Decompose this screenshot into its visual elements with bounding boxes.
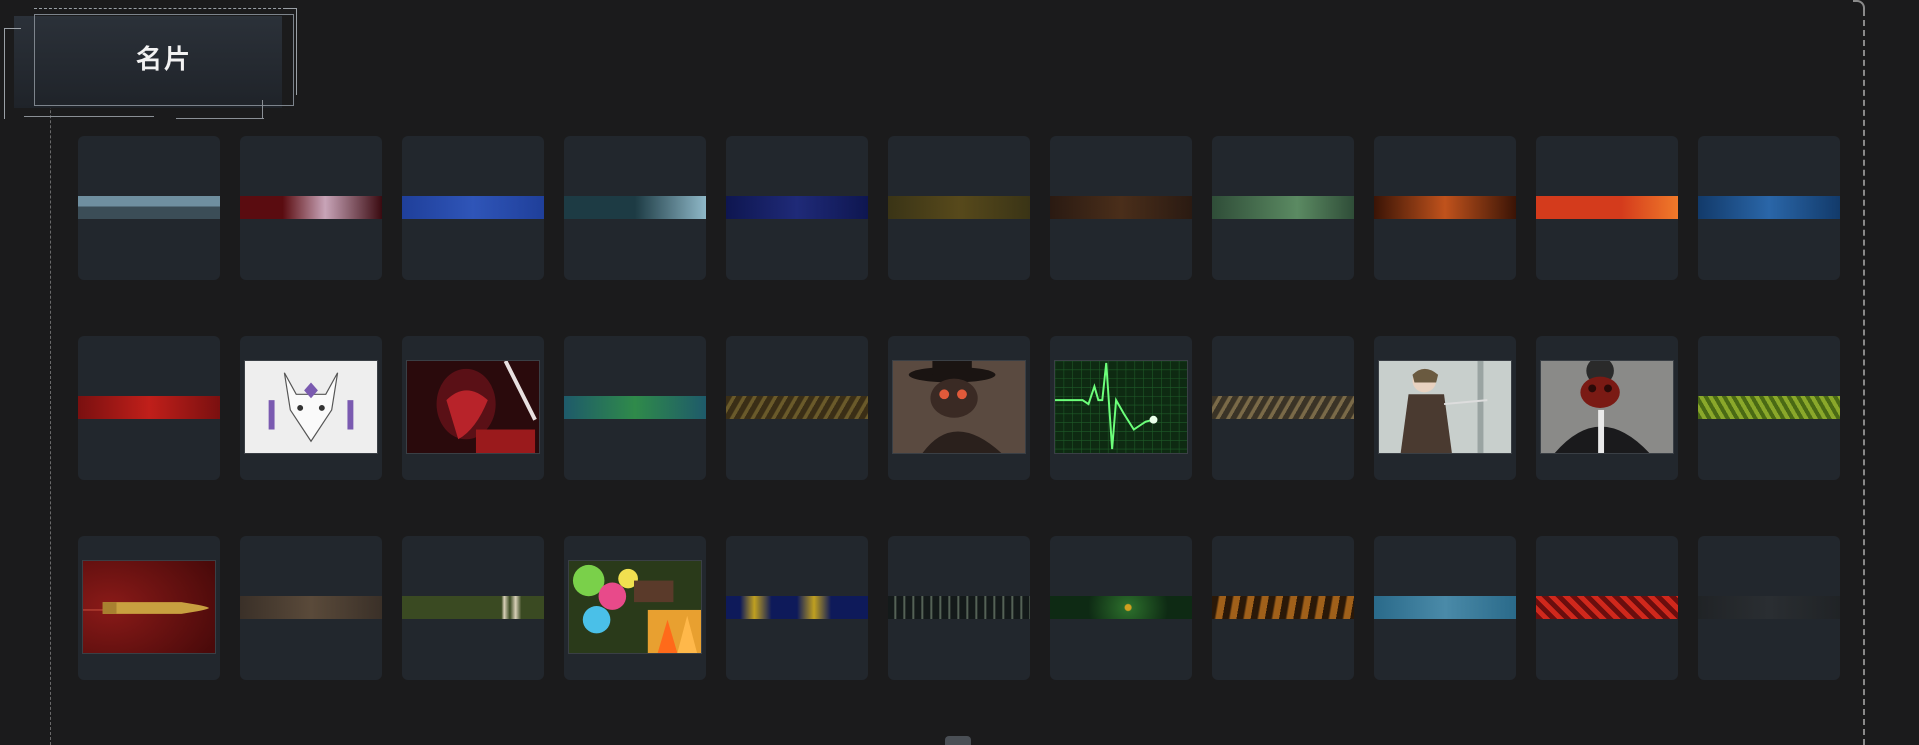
nameplate-card[interactable]: [1212, 336, 1354, 480]
green-eye-banner: [1050, 596, 1192, 619]
gold-filigree-banner: [726, 396, 868, 419]
cyan-blue-banner: [1374, 596, 1516, 619]
nameplate-grid: [78, 136, 1840, 680]
black-teeth-banner: [888, 596, 1030, 619]
nameplate-card[interactable]: [564, 336, 706, 480]
tiger-stripe-banner: [1212, 596, 1354, 619]
colorful-battle-image: [568, 560, 702, 654]
nameplate-card[interactable]: [888, 136, 1030, 280]
nameplate-card[interactable]: [726, 336, 868, 480]
nameplate-card[interactable]: [888, 336, 1030, 480]
shark-teeth-camo-banner: [402, 596, 544, 619]
navy-swirl-banner: [726, 196, 868, 219]
nameplate-card[interactable]: [1698, 336, 1840, 480]
brown-ornament-banner: [1050, 196, 1192, 219]
nameplate-card[interactable]: [1536, 136, 1678, 280]
green-handprint-banner: [1212, 196, 1354, 219]
heartbeat-monitor-image: [1054, 360, 1188, 454]
teal-wolf-banner: [564, 196, 706, 219]
nameplate-card[interactable]: [240, 336, 382, 480]
red-zigzag-banner: [1536, 596, 1678, 619]
nameplate-card[interactable]: [240, 136, 382, 280]
dashed-frame-right: [1863, 10, 1865, 745]
nameplate-card[interactable]: [1698, 136, 1840, 280]
nameplate-card[interactable]: [564, 136, 706, 280]
nameplate-card[interactable]: [402, 336, 544, 480]
white-fox-mask-image: [244, 360, 378, 454]
lime-scale-banner: [1698, 396, 1840, 419]
scroll-handle[interactable]: [945, 736, 971, 745]
mountain-silhouette-banner: [78, 196, 220, 219]
section-title-badge: 名片: [4, 8, 297, 120]
nameplate-card[interactable]: [1374, 336, 1516, 480]
nameplate-card[interactable]: [78, 536, 220, 680]
gas-mask-man-image: [1540, 360, 1674, 454]
title-bracket: [4, 28, 21, 119]
knife-girl-image: [1378, 360, 1512, 454]
nameplate-card[interactable]: [726, 536, 868, 680]
blue-textured-banner: [402, 196, 544, 219]
nameplate-card[interactable]: [402, 536, 544, 680]
plague-doctor-image: [892, 360, 1026, 454]
nameplate-card[interactable]: [1050, 536, 1192, 680]
nameplate-card[interactable]: [1212, 536, 1354, 680]
dashed-frame-left: [50, 20, 51, 745]
olive-pattern-banner: [888, 196, 1030, 219]
orange-red-gradient-banner: [1536, 196, 1678, 219]
red-demon-face-image: [406, 360, 540, 454]
blue-yellow-waves-banner: [726, 596, 868, 619]
nameplate-card[interactable]: [1050, 336, 1192, 480]
nameplate-card[interactable]: [726, 136, 868, 280]
title-underline: [176, 118, 264, 119]
nameplate-card[interactable]: [240, 536, 382, 680]
nameplate-card[interactable]: [78, 336, 220, 480]
nameplate-card[interactable]: [888, 536, 1030, 680]
nameplate-card[interactable]: [402, 136, 544, 280]
nameplate-gallery: 名片: [0, 0, 1919, 745]
red-floral-banner: [240, 196, 382, 219]
tan-wavy-banner: [1212, 396, 1354, 419]
nameplate-card[interactable]: [564, 536, 706, 680]
blue-camo-banner: [1698, 196, 1840, 219]
red-smoke-banner: [78, 396, 220, 419]
nameplate-card[interactable]: [1536, 536, 1678, 680]
dark-grey-banner: [1698, 596, 1840, 619]
dusty-brown-banner: [240, 596, 382, 619]
green-blue-camo-banner: [564, 396, 706, 419]
nameplate-card[interactable]: [1374, 136, 1516, 280]
nameplate-card[interactable]: [1536, 336, 1678, 480]
frame-corner: [1853, 0, 1865, 12]
nameplate-card[interactable]: [1212, 136, 1354, 280]
title-underline: [24, 116, 154, 117]
nameplate-card[interactable]: [1698, 536, 1840, 680]
bullet-image: [82, 560, 216, 654]
nameplate-card[interactable]: [1374, 536, 1516, 680]
nameplate-card[interactable]: [1050, 136, 1192, 280]
orange-ornate-banner: [1374, 196, 1516, 219]
page-title: 名片: [135, 45, 192, 75]
nameplate-card[interactable]: [78, 136, 220, 280]
